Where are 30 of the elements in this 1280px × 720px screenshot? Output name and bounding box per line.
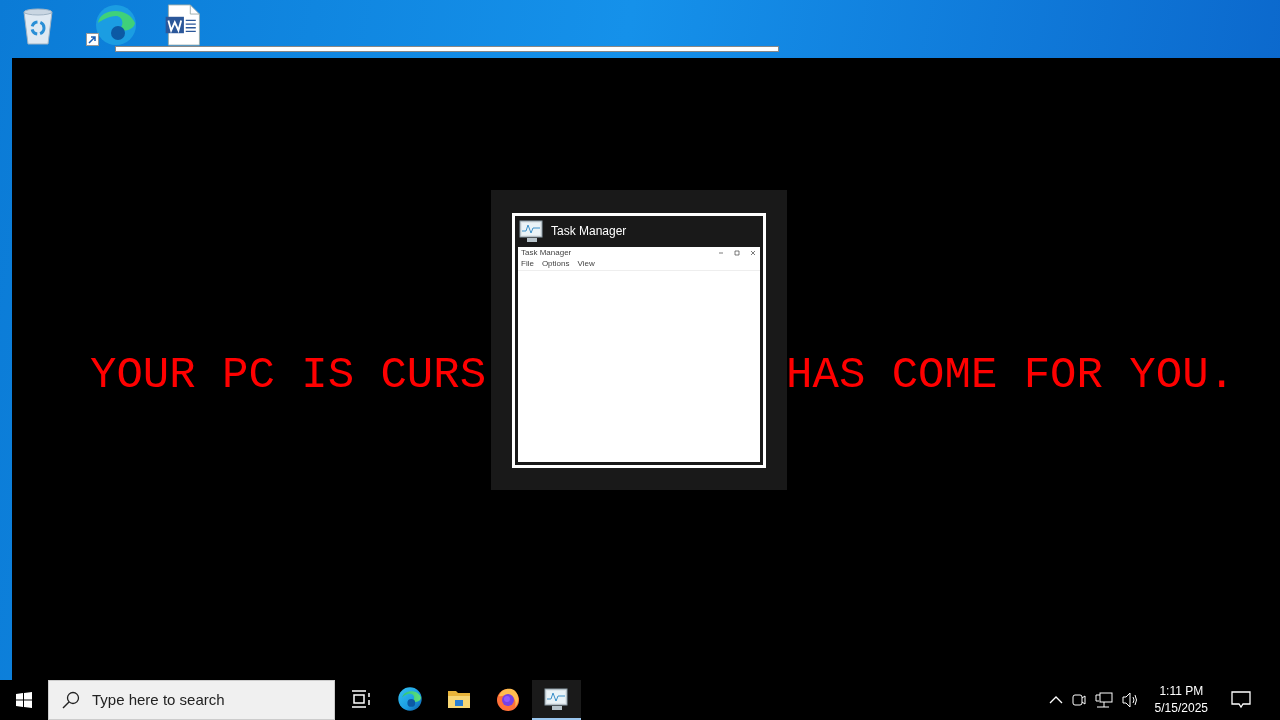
volume-icon[interactable] [1121, 692, 1140, 708]
warning-message: HAS COME FOR YOU. [786, 353, 1235, 397]
notification-icon[interactable] [1231, 691, 1251, 709]
edge-icon[interactable] [396, 686, 423, 712]
network-icon[interactable] [1094, 692, 1113, 708]
clock[interactable]: 1:11 PM 5/15/2025 [1148, 683, 1214, 717]
search-input[interactable]: Type here to search [92, 688, 312, 712]
edge-shortcut-icon[interactable] [86, 4, 138, 46]
task-view-icon[interactable] [350, 690, 371, 708]
camera-icon[interactable] [1071, 692, 1086, 708]
switcher-item[interactable]: Task Manager Task Manager File Options View [512, 212, 766, 468]
clock-time: 1:11 PM [1159, 683, 1204, 700]
thumbnail-menu-item: View [577, 260, 595, 268]
firefox-icon[interactable] [494, 686, 521, 712]
search-field[interactable]: Type here to search [48, 680, 335, 720]
word-document-icon[interactable] [164, 4, 202, 46]
chevron-up-icon[interactable] [1048, 696, 1063, 704]
task-manager-icon[interactable] [543, 687, 570, 711]
thumbnail-menu-item: File [521, 260, 534, 268]
folder-icon[interactable] [446, 689, 471, 709]
clock-date: 5/15/2025 [1154, 700, 1208, 717]
search-icon [62, 691, 80, 709]
thumbnail-title: Task Manager [521, 248, 572, 257]
switcher-window-title: Task Manager [551, 223, 627, 240]
thumbnail-menu-item: Options [541, 260, 570, 268]
warning-message: YOUR PC IS CURS [90, 353, 487, 397]
task-manager-icon[interactable] [519, 219, 545, 243]
window-controls-icon [717, 249, 757, 256]
taskbar-button[interactable] [532, 680, 581, 720]
windows-icon [16, 692, 32, 708]
